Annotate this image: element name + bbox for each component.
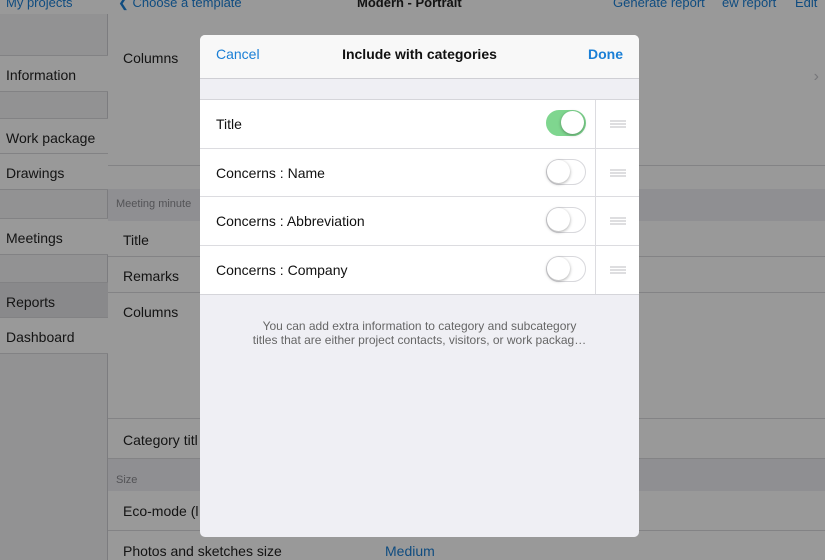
concerns-company-toggle[interactable] [546, 255, 586, 282]
option-label: Title [216, 116, 242, 132]
list-item: Concerns : Company [200, 245, 639, 294]
category-options-list: Title Concerns : Name Concerns : Abbrevi… [200, 99, 639, 295]
drag-handle-icon [610, 120, 626, 128]
dialog-title: Include with categories [342, 46, 497, 62]
help-text-line-1: You can add extra information to categor… [262, 319, 577, 333]
option-label: Concerns : Company [216, 261, 348, 278]
include-with-categories-dialog: Cancel Include with categories Done Titl… [200, 35, 639, 537]
dialog-header: Cancel Include with categories Done [200, 35, 639, 79]
toggle-knob [547, 256, 570, 280]
drag-handle-icon [610, 169, 626, 176]
toggle-knob [547, 159, 570, 183]
drag-handle-icon [610, 266, 626, 273]
reorder-handle[interactable] [595, 245, 639, 294]
toggle-knob [547, 208, 570, 231]
done-button[interactable]: Done [588, 46, 623, 62]
help-text-line-2: titles that are either project contacts,… [252, 333, 587, 347]
list-item: Title [200, 100, 639, 149]
option-label: Concerns : Name [216, 164, 325, 181]
concerns-abbreviation-toggle[interactable] [546, 207, 586, 233]
toggle-knob [561, 111, 584, 134]
reorder-handle[interactable] [595, 148, 639, 196]
list-item: Concerns : Abbreviation [200, 197, 639, 246]
reorder-handle[interactable] [595, 100, 639, 148]
option-label: Concerns : Abbreviation [216, 213, 365, 229]
list-item: Concerns : Name [200, 148, 639, 197]
title-toggle[interactable] [546, 110, 586, 136]
reorder-handle[interactable] [595, 197, 639, 245]
help-text: You can add extra information to categor… [220, 319, 619, 347]
concerns-name-toggle[interactable] [546, 158, 586, 185]
drag-handle-icon [610, 217, 626, 225]
